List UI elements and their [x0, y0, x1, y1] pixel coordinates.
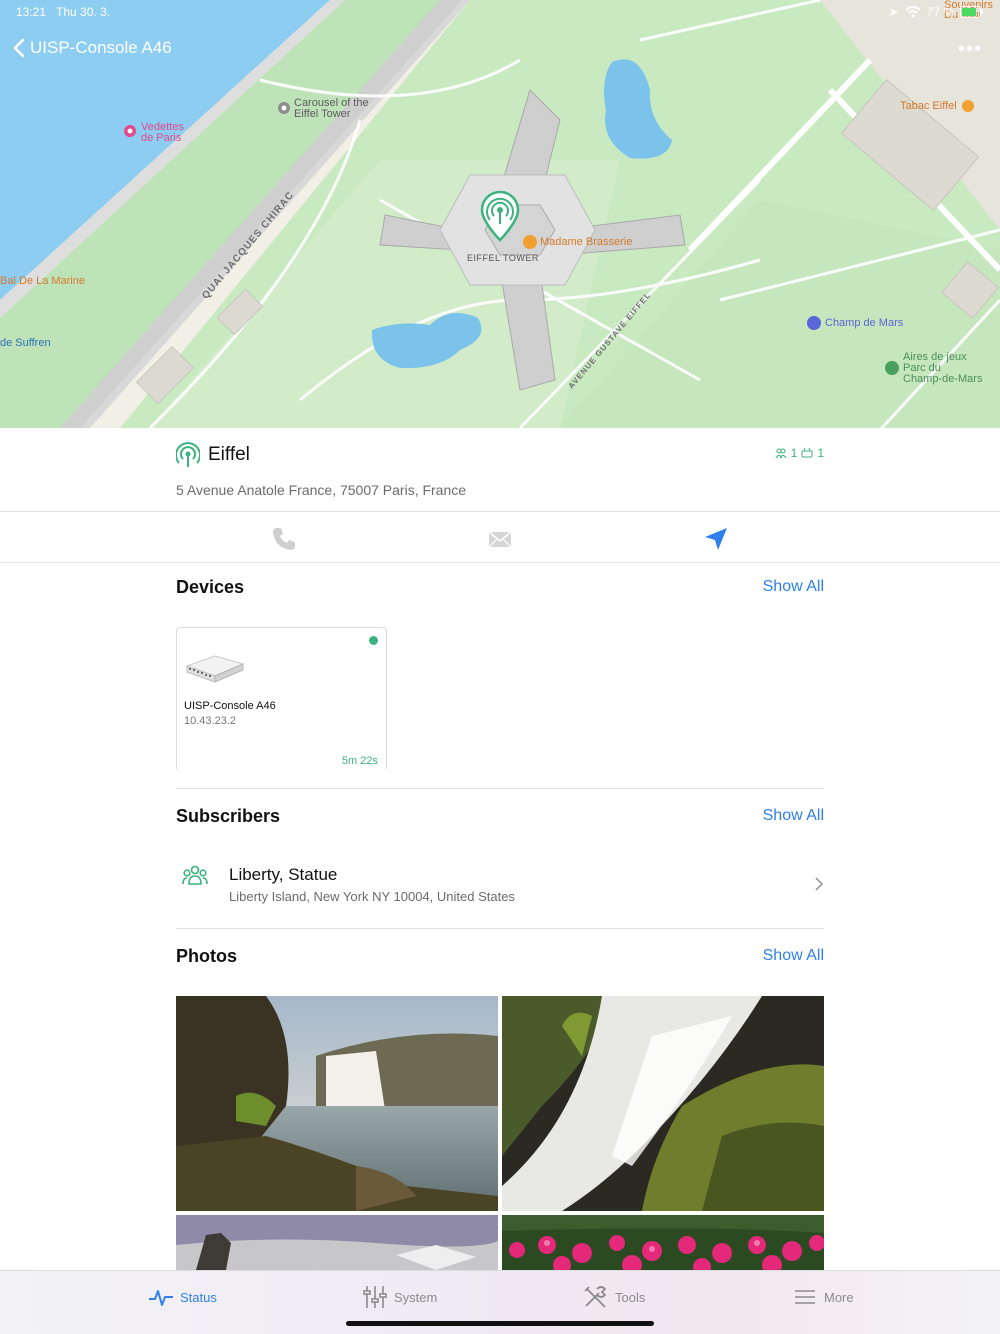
menu-icon — [795, 1290, 815, 1304]
tab-system-label: System — [394, 1289, 438, 1305]
device-name: UISP-Console A46 — [184, 700, 276, 712]
devices-show-all-link[interactable]: Show All — [763, 578, 824, 596]
location-arrow-icon[interactable] — [702, 525, 730, 553]
tab-tools-label: Tools — [615, 1289, 646, 1305]
devices-title: Devices — [176, 577, 245, 597]
chevron-right-icon — [815, 877, 824, 891]
map-label-carousel[interactable]: Carousel of the Eiffel Tower — [294, 98, 369, 120]
device-uptime: 5m 22s — [341, 755, 378, 767]
tab-system[interactable]: System — [362, 1285, 437, 1309]
photo-waterfall-1[interactable] — [176, 996, 498, 1211]
battery-percent: 77 % — [926, 5, 954, 19]
device-card[interactable]: UISP-Console A46 10.43.23.2 5m 22s — [176, 627, 387, 769]
location-services-icon: ➤ — [888, 5, 899, 19]
device-status-online-dot — [369, 636, 378, 645]
phone-icon[interactable] — [270, 525, 298, 553]
subscriber-list-item[interactable]: Liberty, Statue Liberty Island, New York… — [176, 856, 824, 912]
chevron-left-icon — [13, 38, 25, 58]
wifi-icon — [904, 6, 921, 18]
photo-grid — [176, 996, 824, 1270]
sliders-icon — [363, 1286, 387, 1308]
devices-count-icon — [801, 447, 813, 458]
photo-landscape-3[interactable] — [176, 1215, 498, 1270]
devices-count: 1 — [817, 446, 824, 460]
site-counts: 1 1 — [775, 446, 824, 460]
map-label-madame-brasserie[interactable]: Madame Brasserie — [540, 237, 632, 248]
tab-status-label: Status — [180, 1289, 217, 1305]
photo-waterfall-2[interactable] — [502, 996, 824, 1211]
site-title: Eiffel — [176, 442, 250, 468]
status-bar: 13:21 Thu 30. 3. ➤ 77 % — [0, 0, 1000, 24]
subscribers-title: Subscribers — [176, 806, 281, 826]
site-map[interactable]: Vedettes de Paris Carousel of the Eiffel… — [0, 0, 1000, 428]
divider — [176, 928, 824, 929]
contact-actions — [0, 513, 1000, 563]
subscriber-group-icon — [182, 865, 208, 885]
status-time: 13:21 Thu 30. 3. — [16, 5, 111, 19]
photos-show-all-link[interactable]: Show All — [763, 947, 824, 965]
subscribers-count: 1 — [790, 446, 798, 460]
subscriber-address: Liberty Island, New York NY 10004, Unite… — [229, 889, 515, 904]
map-label-tabac[interactable]: Tabac Eiffel — [900, 101, 957, 112]
subscriber-name: Liberty, Statue — [229, 865, 338, 884]
map-label-de-suffren[interactable]: de Suffren — [0, 338, 51, 349]
status-indicators: ➤ 77 % — [889, 5, 984, 19]
photos-section-header: Photos Show All — [176, 946, 824, 976]
tab-more[interactable]: More — [792, 1285, 854, 1309]
tab-tools[interactable]: Tools — [583, 1285, 645, 1309]
pulse-icon — [149, 1290, 173, 1306]
map-label-eiffel-tower[interactable]: EIFFEL TOWER — [467, 253, 539, 264]
photos-title: Photos — [176, 946, 237, 966]
tools-icon — [584, 1286, 607, 1308]
tab-status[interactable]: Status — [148, 1285, 217, 1309]
site-location-pin-icon[interactable] — [480, 190, 520, 246]
mail-icon[interactable] — [486, 525, 514, 553]
devices-section-header: Devices Show All — [176, 577, 824, 607]
subscribers-count-icon — [775, 448, 787, 459]
photo-flowers-4[interactable] — [502, 1215, 824, 1270]
map-label-aires-de-jeux[interactable]: Aires de jeux Parc du Champ-de-Mars — [903, 352, 982, 385]
subscribers-section-header: Subscribers Show All — [176, 806, 824, 836]
site-antenna-icon — [176, 442, 200, 467]
map-label-champ-de-mars[interactable]: Champ de Mars — [825, 318, 903, 329]
device-ip: 10.43.23.2 — [184, 715, 236, 727]
tab-more-label: More — [824, 1289, 854, 1305]
battery-icon — [960, 6, 983, 18]
map-label-bal-marine[interactable]: Bal De La Marine — [0, 276, 85, 287]
map-label-vedettes[interactable]: Vedettes de Paris — [141, 122, 184, 144]
back-button[interactable]: UISP-Console A46 — [10, 36, 172, 60]
back-button-label: UISP-Console A46 — [30, 38, 172, 57]
divider — [176, 788, 824, 789]
more-options-button[interactable]: ••• — [958, 38, 982, 61]
home-indicator[interactable] — [346, 1321, 654, 1326]
site-name: Eiffel — [208, 444, 250, 465]
site-header: Eiffel 1 1 5 Avenue Anatole France, 7500… — [0, 428, 1000, 512]
subscribers-show-all-link[interactable]: Show All — [763, 807, 824, 825]
site-address: 5 Avenue Anatole France, 75007 Paris, Fr… — [176, 482, 467, 498]
device-router-image — [185, 655, 245, 683]
